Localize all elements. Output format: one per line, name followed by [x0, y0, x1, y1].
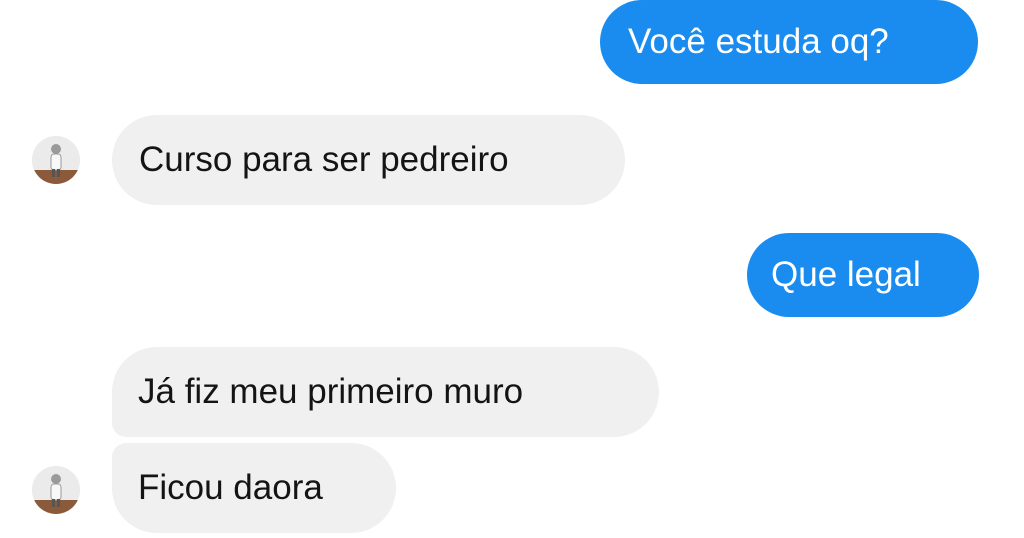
- contact-avatar[interactable]: [32, 466, 80, 514]
- message-text: Você estuda oq?: [628, 22, 889, 61]
- contact-avatar[interactable]: [32, 136, 80, 184]
- chat-thread: Você estuda oq? Curso para ser pedreiro …: [0, 0, 1024, 538]
- incoming-message-bubble[interactable]: Já fiz meu primeiro muro: [112, 347, 659, 437]
- outgoing-message-bubble[interactable]: Que legal: [747, 233, 979, 317]
- incoming-message-bubble[interactable]: Ficou daora: [112, 443, 396, 533]
- person-photo-icon: [32, 136, 80, 184]
- incoming-message-bubble[interactable]: Curso para ser pedreiro: [112, 115, 625, 205]
- message-text: Já fiz meu primeiro muro: [138, 372, 524, 411]
- message-text: Ficou daora: [138, 468, 323, 507]
- person-photo-icon: [32, 466, 80, 514]
- message-text: Curso para ser pedreiro: [139, 140, 509, 179]
- message-text: Que legal: [771, 255, 921, 294]
- outgoing-message-bubble[interactable]: Você estuda oq?: [600, 0, 978, 84]
